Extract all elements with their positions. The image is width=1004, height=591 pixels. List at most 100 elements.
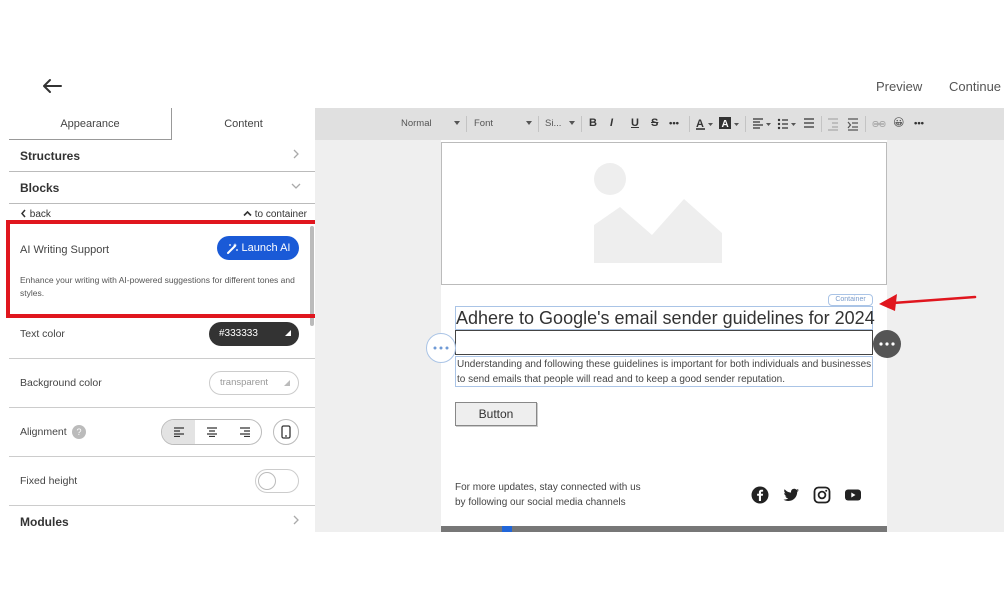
back-label: back <box>29 209 51 220</box>
section-blocks[interactable]: Blocks <box>9 172 315 204</box>
text-color-icon[interactable]: A <box>695 116 715 132</box>
help-icon[interactable]: ? <box>72 425 86 439</box>
footer-line-1: For more updates, stay connected with us <box>455 482 641 493</box>
align-right-button[interactable] <box>228 420 261 444</box>
twitter-icon[interactable] <box>782 486 800 504</box>
fixed-height-label: Fixed height <box>20 475 78 487</box>
modules-label: Modules <box>20 515 69 529</box>
ai-title: AI Writing Support <box>20 244 110 256</box>
text-color-row: Text color #333333 <box>9 310 315 359</box>
back-arrow-icon[interactable] <box>40 74 64 98</box>
back-link[interactable]: back <box>20 209 51 220</box>
text-toolbar: Normal Font Si... B I U S ••• A A 😀 ••• <box>315 108 1004 140</box>
section-modules[interactable]: Modules <box>9 506 315 532</box>
launch-ai-label: Launch AI <box>241 242 291 254</box>
structures-label: Structures <box>20 149 81 163</box>
alignment-group <box>161 419 262 445</box>
tab-appearance[interactable]: Appearance <box>9 108 171 140</box>
instagram-icon[interactable] <box>813 486 831 504</box>
image-placeholder[interactable] <box>441 142 887 285</box>
outdent-icon[interactable] <box>827 117 839 131</box>
continue-link[interactable]: Continue <box>949 79 1001 94</box>
more-format-button[interactable]: ••• <box>669 118 679 129</box>
block-options-right-button[interactable] <box>873 330 901 358</box>
caret-down-icon <box>569 121 575 125</box>
svg-text:A: A <box>696 118 704 130</box>
bold-button[interactable]: B <box>589 117 597 129</box>
mobile-view-button[interactable] <box>273 419 299 445</box>
email-editor: Normal Font Si... B I U S ••• A A 😀 ••• <box>315 108 1004 532</box>
picker-corner-icon <box>285 330 291 336</box>
email-button[interactable]: Button <box>455 402 537 426</box>
align-center-icon <box>206 427 217 437</box>
caret-down-icon <box>454 121 460 125</box>
block-nav-row: back to container <box>9 204 315 226</box>
footer-text: For more updates, stay connected with us… <box>455 480 695 510</box>
toggle-knob <box>258 472 276 490</box>
highlight-color-icon[interactable]: A <box>719 116 741 132</box>
ai-description: Enhance your writing with AI-powered sug… <box>20 275 295 298</box>
alignment-row: Alignment ? <box>9 408 315 457</box>
panel-tabs: Appearance Content <box>9 108 315 140</box>
footer-line-2: by following our social media channels <box>455 497 626 508</box>
more-dots-icon <box>879 342 895 346</box>
text-color-label: Text color <box>20 328 65 340</box>
email-canvas: Container Adhere to Google's email sende… <box>441 140 887 532</box>
more-toolbar-button[interactable]: ••• <box>914 118 924 129</box>
email-body-text[interactable]: Understanding and following these guidel… <box>455 356 873 387</box>
indent-icon[interactable] <box>847 117 859 131</box>
caret-down-icon <box>526 121 532 125</box>
font-select[interactable]: Font <box>474 118 493 129</box>
fixed-height-toggle[interactable] <box>255 469 299 493</box>
size-select[interactable]: Si... <box>545 118 561 129</box>
line-height-icon[interactable] <box>803 117 815 131</box>
to-container-label: to container <box>254 209 307 220</box>
chevron-left-icon <box>21 209 26 218</box>
blocks-label: Blocks <box>20 181 60 195</box>
text-color-picker[interactable]: #333333 <box>209 322 299 346</box>
alignment-label: Alignment <box>20 426 67 438</box>
selection-marker <box>502 526 512 532</box>
italic-button[interactable]: I <box>610 117 613 129</box>
link-icon[interactable] <box>872 118 886 130</box>
chevron-right-icon <box>293 515 299 525</box>
youtube-icon[interactable] <box>844 486 862 504</box>
more-dots-icon <box>433 346 449 350</box>
chevron-up-icon <box>243 210 252 217</box>
ai-writing-support: AI Writing Support Launch AI Enhance you… <box>9 226 315 308</box>
background-color-row: Background color transparent <box>9 359 315 408</box>
section-structures[interactable]: Structures <box>9 140 315 172</box>
background-color-label: Background color <box>20 377 102 389</box>
svg-text:A: A <box>722 119 729 130</box>
emoji-button[interactable]: 😀 <box>893 116 904 129</box>
mobile-icon <box>281 425 291 439</box>
align-left-button[interactable] <box>162 420 195 444</box>
block-options-left-button[interactable] <box>426 333 456 363</box>
bullet-list-icon[interactable] <box>777 117 797 131</box>
settings-panel: Appearance Content Structures Blocks bac… <box>9 108 315 532</box>
heading-edit-area[interactable] <box>455 330 873 355</box>
align-icon[interactable] <box>752 117 772 131</box>
image-placeholder-icon <box>594 163 722 263</box>
background-color-picker[interactable]: transparent <box>209 371 299 395</box>
launch-ai-button[interactable]: Launch AI <box>217 236 299 260</box>
align-left-icon <box>173 427 184 437</box>
tab-content[interactable]: Content <box>171 108 315 140</box>
magic-wand-icon <box>226 242 238 254</box>
chevron-down-icon <box>291 183 301 189</box>
strikethrough-button[interactable]: S <box>651 117 658 129</box>
container-tag: Container <box>828 294 873 306</box>
underline-button[interactable]: U <box>631 117 639 129</box>
background-color-value: transparent <box>220 377 269 388</box>
preview-link[interactable]: Preview <box>876 79 922 94</box>
align-center-button[interactable] <box>195 420 228 444</box>
facebook-icon[interactable] <box>751 486 769 504</box>
email-heading[interactable]: Adhere to Google's email sender guidelin… <box>455 306 875 330</box>
fixed-height-row: Fixed height <box>9 457 315 506</box>
picker-corner-icon <box>284 380 290 386</box>
chevron-right-icon <box>293 149 299 159</box>
format-select[interactable]: Normal <box>401 118 432 129</box>
text-color-value: #333333 <box>219 328 258 339</box>
align-right-icon <box>239 427 250 437</box>
to-container-link[interactable]: to container <box>243 209 307 220</box>
